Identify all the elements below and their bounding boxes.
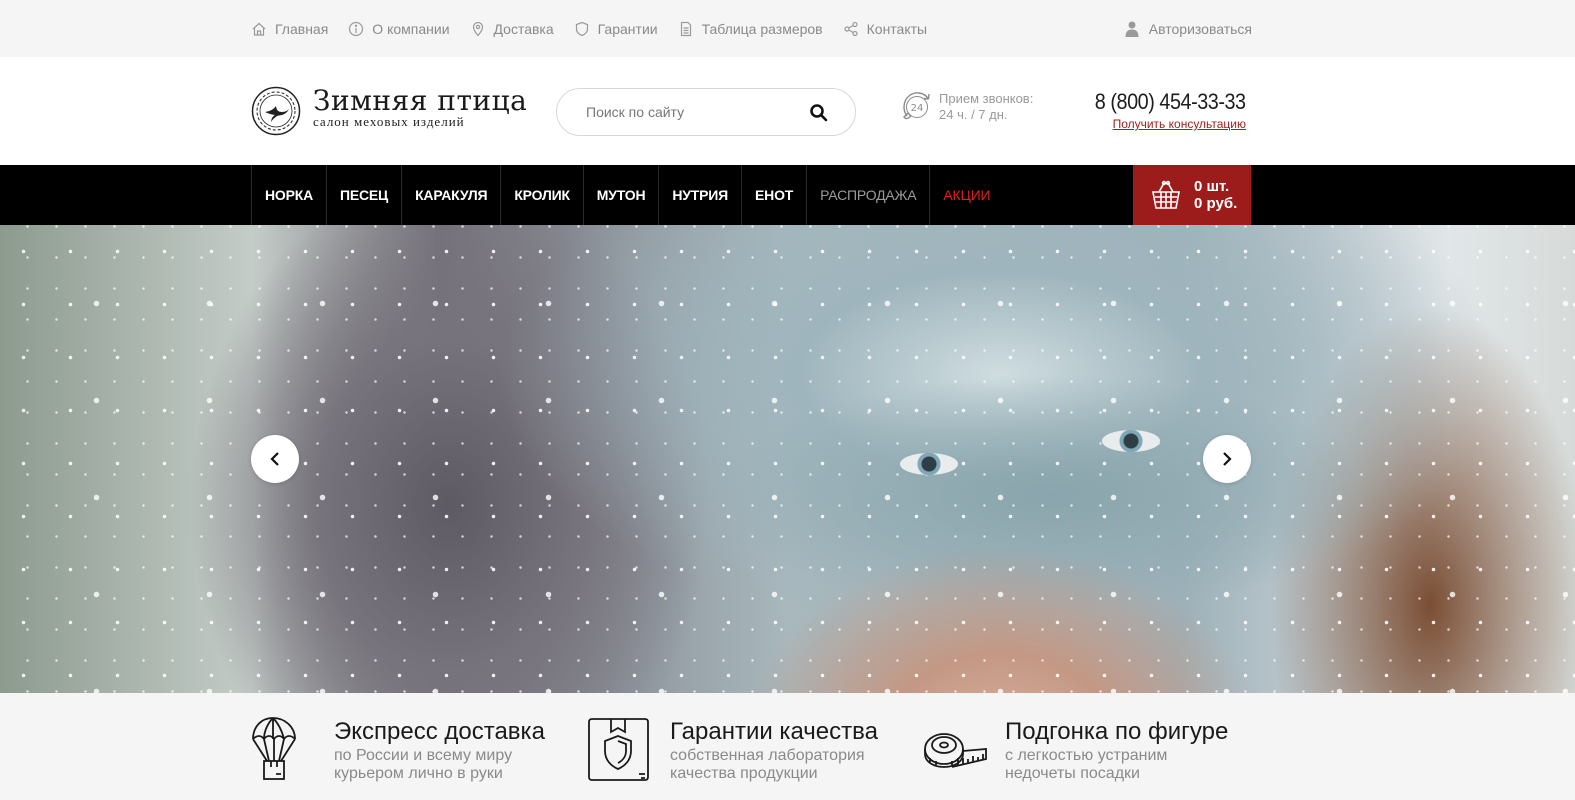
- cart-button[interactable]: 0 шт. 0 руб.: [1133, 165, 1251, 225]
- feature-fitting: Подгонка по фигуре с легкостью устраним …: [922, 717, 1228, 783]
- logo-title: Зимняя птица: [313, 84, 528, 117]
- document-icon: [680, 21, 691, 36]
- bird-emblem-icon: [251, 86, 301, 136]
- chevron-left-icon: [270, 452, 279, 466]
- top-nav-about-label: О компании: [372, 20, 450, 37]
- menu-item-muton[interactable]: МУТОН: [582, 165, 659, 225]
- feature-fitting-text: Подгонка по фигуре с легкостью устраним …: [1005, 717, 1228, 783]
- top-nav-guarantees[interactable]: Гарантии: [574, 21, 658, 37]
- info-icon: [349, 21, 364, 36]
- features-strip: Экспресс доставка по России и всему миру…: [0, 693, 1575, 800]
- call-hours: 24 Прием звонков: 24 ч. / 7 дн.: [900, 90, 1033, 124]
- feature-quality-text: Гарантии качества собственная лаборатори…: [670, 717, 878, 783]
- chevron-right-icon: [1223, 452, 1232, 466]
- cart-summary: 0 шт. 0 руб.: [1194, 178, 1237, 212]
- hero-image-eye-left: [900, 453, 958, 475]
- top-bar: Главная О компании Доставка Гарантии Таб…: [0, 0, 1575, 57]
- cart-sum: 0 руб.: [1194, 195, 1238, 212]
- feature-quality: Гарантии качества собственная лаборатори…: [587, 717, 878, 783]
- menu-item-krolik[interactable]: КРОЛИК: [500, 165, 582, 225]
- feature-delivery-text: Экспресс доставка по России и всему миру…: [334, 717, 545, 783]
- feature-fitting-desc-2: недочеты посадки: [1005, 765, 1140, 782]
- home-icon: [252, 22, 266, 36]
- slider-prev-button[interactable]: [251, 435, 299, 483]
- site-logo[interactable]: Зимняя птица салон меховых изделий: [251, 86, 527, 136]
- hours-line-1: Прием звонков:: [939, 91, 1034, 106]
- top-nav-delivery-label: Доставка: [493, 20, 554, 37]
- feature-quality-desc-2: качества продукции: [670, 765, 818, 782]
- consult-link[interactable]: Получить консультацию: [1113, 117, 1246, 131]
- measuring-tape-icon: [924, 733, 987, 768]
- menu-item-karakulya[interactable]: КАРАКУЛЯ: [401, 165, 500, 225]
- shield-icon: [575, 21, 588, 36]
- site-header: Зимняя птица салон меховых изделий 24 Пр…: [0, 57, 1575, 165]
- basket-icon: [1152, 180, 1180, 209]
- search-icon: [810, 104, 828, 122]
- feature-fitting-desc-1: с легкостью устраним: [1005, 747, 1168, 764]
- shield-tag-icon: [588, 718, 649, 781]
- feature-delivery-title: Экспресс доставка: [334, 718, 545, 745]
- top-nav-size-chart-label: Таблица размеров: [701, 20, 823, 37]
- hours-icon-text: 24: [911, 103, 924, 114]
- parachute-box-icon: [252, 717, 296, 780]
- location-pin-icon: [472, 21, 483, 36]
- main-menu-bar: НОРКА ПЕСЕЦ КАРАКУЛЯ КРОЛИК МУТОН НУТРИЯ…: [0, 165, 1575, 225]
- hero-image-snow: [0, 225, 1575, 693]
- hours-line-2: 24 ч. / 7 дн.: [939, 107, 1008, 122]
- top-nav-delivery[interactable]: Доставка: [470, 21, 554, 37]
- feature-delivery-desc-2: курьером лично в руки: [334, 765, 503, 782]
- top-nav-contacts-label: Контакты: [866, 20, 928, 37]
- menu-item-enot[interactable]: ЕНОТ: [741, 165, 806, 225]
- login-link[interactable]: Авторизоваться: [1125, 0, 1252, 57]
- main-menu: НОРКА ПЕСЕЦ КАРАКУЛЯ КРОЛИК МУТОН НУТРИЯ…: [251, 165, 1003, 225]
- share-icon: [844, 21, 858, 36]
- phone-number[interactable]: 8 (800) 454-33-33: [1095, 89, 1246, 115]
- user-icon: [1125, 21, 1139, 37]
- search-box: [556, 88, 856, 136]
- feature-delivery: Экспресс доставка по России и всему миру…: [251, 717, 545, 783]
- top-nav-size-chart[interactable]: Таблица размеров: [678, 21, 823, 37]
- menu-item-norka[interactable]: НОРКА: [251, 165, 326, 225]
- menu-item-promo[interactable]: АКЦИИ: [929, 165, 1003, 225]
- login-label: Авторизоваться: [1148, 20, 1252, 37]
- menu-item-sale[interactable]: РАСПРОДАЖА: [806, 165, 929, 225]
- top-nav-about[interactable]: О компании: [348, 20, 450, 37]
- menu-item-pesets[interactable]: ПЕСЕЦ: [326, 165, 401, 225]
- feature-fitting-title: Подгонка по фигуре: [1005, 718, 1229, 745]
- hero-image-eye-right: [1102, 430, 1160, 452]
- menu-item-nutriya[interactable]: НУТРИЯ: [658, 165, 741, 225]
- phone-24h-icon: 24: [903, 92, 930, 120]
- hours-text: Прием звонков: 24 ч. / 7 дн.: [939, 91, 1033, 123]
- cart-count: 0 шт.: [1194, 178, 1230, 195]
- slider-next-button[interactable]: [1203, 435, 1251, 483]
- feature-quality-title: Гарантии качества: [670, 718, 878, 745]
- search-input[interactable]: [586, 104, 786, 120]
- feature-quality-desc-1: собственная лаборатория: [670, 747, 865, 764]
- feature-delivery-desc-1: по России и всему миру: [334, 747, 513, 764]
- logo-text: Зимняя птица салон меховых изделий: [313, 86, 527, 130]
- top-nav-home[interactable]: Главная: [251, 21, 328, 37]
- phone-block: 8 (800) 454-33-33 Получить консультацию: [1078, 89, 1246, 133]
- search-button[interactable]: [809, 103, 829, 123]
- top-nav-home-label: Главная: [275, 20, 329, 37]
- hero-slider: [0, 225, 1575, 693]
- top-nav: Главная О компании Доставка Гарантии Таб…: [251, 0, 947, 57]
- top-nav-guarantees-label: Гарантии: [597, 20, 658, 37]
- top-nav-contacts[interactable]: Контакты: [843, 21, 927, 37]
